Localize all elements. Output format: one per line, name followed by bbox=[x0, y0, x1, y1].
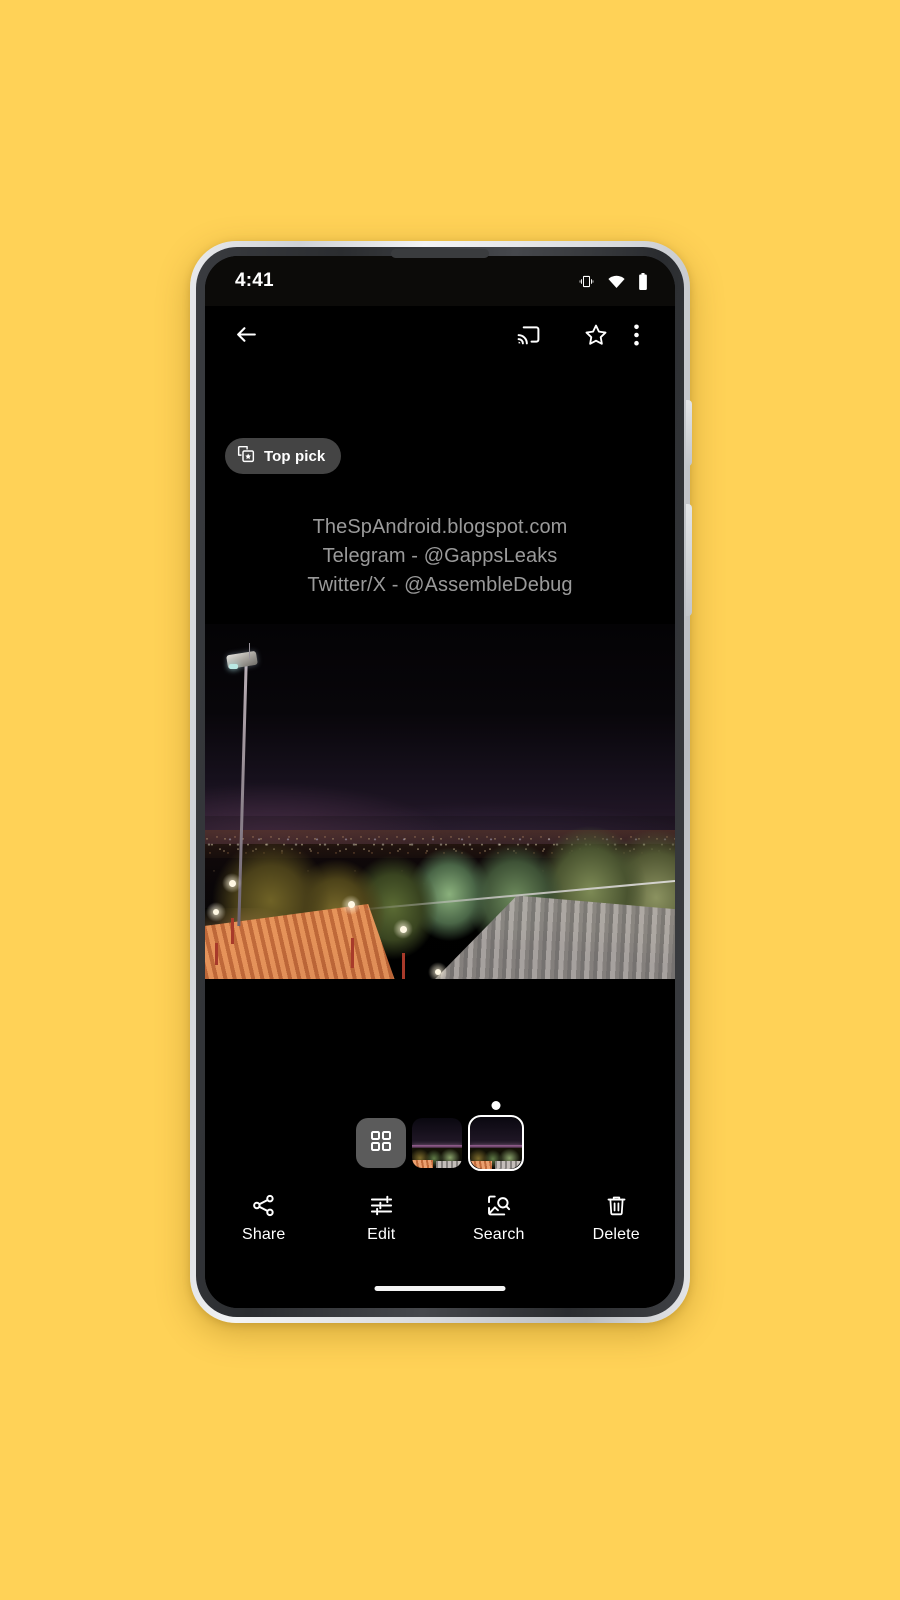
photo-lamp-globe-5 bbox=[435, 969, 442, 976]
share-icon bbox=[251, 1192, 276, 1218]
photo-canvas bbox=[205, 624, 675, 979]
more-vert-icon bbox=[633, 324, 639, 351]
thumbnail-1[interactable] bbox=[412, 1118, 462, 1168]
grid-view-button[interactable] bbox=[356, 1118, 406, 1168]
back-arrow-icon bbox=[234, 322, 259, 352]
wifi-icon bbox=[607, 274, 626, 289]
photo-pole-lamp bbox=[228, 663, 238, 669]
photo-watermark: TheSpAndroid.blogspot.com Telegram - @Ga… bbox=[205, 513, 675, 600]
home-gesture-pill[interactable] bbox=[374, 1286, 506, 1291]
photo-lamp-globe-4 bbox=[399, 925, 407, 933]
phone-frame: 4:41 TheSpAndroid.blogspot.com Telegram … bbox=[190, 241, 692, 1323]
photo-lamp-stem-2 bbox=[215, 942, 219, 965]
top-pick-stack-icon bbox=[236, 444, 256, 469]
star-outline-icon bbox=[583, 322, 609, 353]
photo-lamp-stem-3 bbox=[350, 938, 354, 969]
cast-button[interactable] bbox=[505, 314, 551, 360]
edit-label: Edit bbox=[367, 1226, 396, 1243]
delete-trash-icon bbox=[605, 1192, 628, 1218]
watermark-line-1: TheSpAndroid.blogspot.com bbox=[312, 516, 568, 538]
overflow-menu-button[interactable] bbox=[619, 314, 653, 360]
top-pick-chip[interactable]: Top pick bbox=[225, 438, 342, 474]
top-pick-label: Top pick bbox=[264, 447, 326, 465]
phone-bezel: 4:41 TheSpAndroid.blogspot.com Telegram … bbox=[196, 247, 684, 1317]
phone-screen: 4:41 TheSpAndroid.blogspot.com Telegram … bbox=[205, 256, 675, 1308]
delete-button[interactable]: Delete bbox=[558, 1188, 676, 1244]
status-bar-icons bbox=[577, 272, 649, 290]
photo-pole-antenna bbox=[248, 643, 250, 660]
grid-view-icon bbox=[370, 1130, 392, 1157]
status-bar-time: 4:41 bbox=[235, 270, 274, 291]
filmstrip bbox=[205, 1101, 675, 1174]
selected-indicator-dot bbox=[491, 1101, 501, 1110]
watermark-line-3: Twitter/X - @AssembleDebug bbox=[307, 574, 573, 596]
thumbnail-2[interactable] bbox=[468, 1115, 524, 1171]
volume-button[interactable] bbox=[686, 504, 692, 616]
power-button[interactable] bbox=[686, 400, 692, 466]
share-button[interactable]: Share bbox=[205, 1188, 323, 1244]
back-button[interactable] bbox=[223, 314, 269, 360]
lens-search-icon bbox=[486, 1192, 511, 1218]
thumbnail-1-image bbox=[412, 1118, 462, 1168]
photo-night-sky bbox=[205, 624, 675, 845]
photo-lamp-stem-1 bbox=[231, 917, 235, 944]
share-label: Share bbox=[242, 1226, 286, 1243]
thumbnail-2-image bbox=[470, 1117, 522, 1169]
earpiece-speaker bbox=[391, 249, 489, 258]
search-button[interactable]: Search bbox=[440, 1188, 558, 1244]
thumbnail-wrap-2 bbox=[468, 1101, 524, 1171]
delete-label: Delete bbox=[592, 1226, 640, 1243]
edit-button[interactable]: Edit bbox=[323, 1188, 441, 1244]
thumbnail-wrap-1 bbox=[412, 1118, 462, 1168]
app-bar bbox=[205, 306, 675, 368]
photo-image[interactable] bbox=[205, 624, 675, 979]
watermark-line-2: Telegram - @GappsLeaks bbox=[322, 545, 558, 567]
photo-lamp-globe-1 bbox=[228, 879, 236, 887]
photo-viewer[interactable]: TheSpAndroid.blogspot.com Telegram - @Ga… bbox=[205, 306, 675, 1308]
photo-lamp-globe-2 bbox=[213, 909, 220, 916]
cast-icon bbox=[516, 322, 541, 352]
search-label: Search bbox=[472, 1226, 525, 1243]
edit-sliders-icon bbox=[369, 1192, 394, 1218]
battery-icon bbox=[637, 272, 649, 290]
status-bar: 4:41 bbox=[205, 256, 675, 306]
photo-lamp-globe-3 bbox=[347, 901, 355, 908]
bottom-action-bar: Share Edit Search Delete bbox=[205, 1188, 675, 1264]
vibrate-icon bbox=[577, 274, 596, 289]
favorite-button[interactable] bbox=[573, 314, 619, 360]
photo-lamp-stem-4 bbox=[402, 953, 406, 979]
